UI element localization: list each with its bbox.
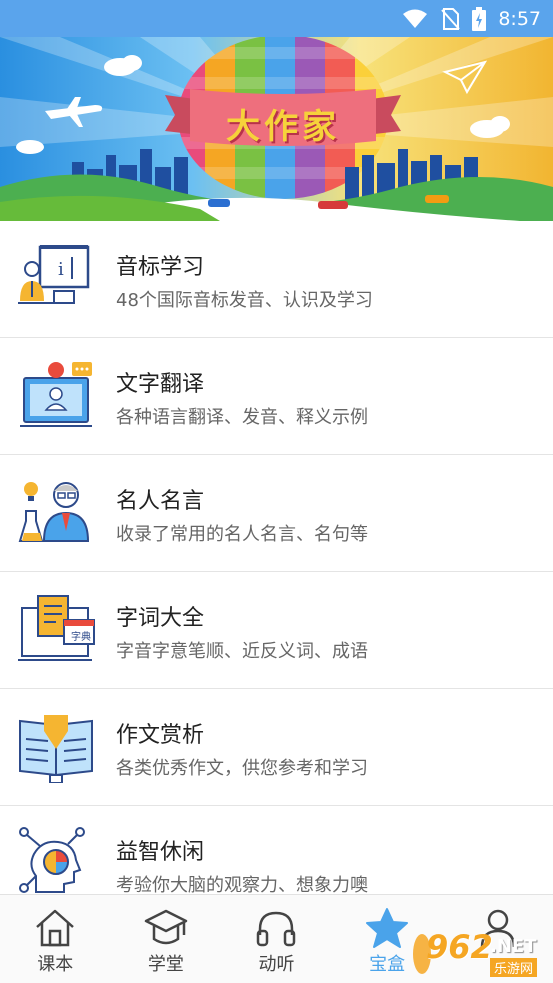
nav-item-school[interactable]: 学堂 [111, 895, 222, 983]
feature-desc: 各种语言翻译、发音、释义示例 [116, 407, 368, 428]
feature-dictionary[interactable]: 字典 字词大全 字音字意笔顺、近反义词、成语 [0, 572, 553, 689]
nav-item-textbook[interactable]: 课本 [0, 895, 111, 983]
feature-title: 文字翻译 [116, 372, 205, 397]
feature-title: 名人名言 [116, 489, 205, 514]
no-sim-icon [441, 7, 461, 30]
battery-charging-icon [472, 6, 487, 31]
phonetics-teacher-icon: i [18, 245, 90, 304]
feature-desc: 考验你大脑的观察力、想象力噢 [116, 875, 368, 894]
feature-desc: 各类优秀作文，供您参考和学习 [116, 758, 368, 779]
wifi-icon [403, 9, 428, 28]
home-icon [36, 909, 75, 947]
feature-desc: 收录了常用的名人名言、名句等 [116, 524, 368, 545]
feature-quotes[interactable]: 名人名言 收录了常用的名人名言、名句等 [0, 455, 553, 572]
svg-text:i: i [58, 259, 64, 280]
watermark: 962 .NET 乐游网 [412, 928, 550, 980]
nav-item-listen[interactable]: 动听 [221, 895, 332, 983]
feature-title: 作文赏析 [116, 723, 205, 748]
feature-phonetics[interactable]: i 音标学习 48个国际音标发音、认识及学习 [0, 221, 553, 338]
status-bar: 8:57 [0, 0, 553, 37]
feature-title: 字词大全 [116, 606, 205, 631]
nav-label: 动听 [258, 954, 295, 975]
watermark-suffix: .NET [490, 936, 537, 957]
nav-label: 课本 [37, 954, 74, 975]
feature-puzzles[interactable]: 益智休闲 考验你大脑的观察力、想象力噢 [0, 806, 553, 894]
banner-title: 大作家 [226, 107, 340, 147]
feature-title: 益智休闲 [116, 840, 205, 865]
feature-translation[interactable]: 文字翻译 各种语言翻译、发音、释义示例 [0, 338, 553, 455]
feature-essays[interactable]: 作文赏析 各类优秀作文，供您参考和学习 [0, 689, 553, 806]
brain-puzzle-icon [19, 827, 85, 893]
feature-desc: 48个国际音标发音、认识及学习 [116, 290, 373, 311]
watermark-number: 962 [426, 928, 493, 966]
status-time: 8:57 [498, 7, 541, 30]
watermark-caption: 乐游网 [490, 958, 538, 977]
open-book-icon [19, 715, 93, 783]
graduation-cap-icon [144, 909, 188, 945]
star-icon [366, 908, 409, 948]
feature-list: i 音标学习 48个国际音标发音、认识及学习 文字翻译 各种语言翻译、发音、释义… [0, 221, 553, 894]
hero-banner[interactable]: 大作家 [0, 37, 553, 221]
headphones-icon [257, 911, 296, 947]
famous-person-icon [18, 482, 90, 542]
nav-label: 学堂 [147, 954, 184, 975]
feature-desc: 字音字意笔顺、近反义词、成语 [116, 641, 368, 662]
translation-monitor-icon [20, 362, 92, 427]
feature-title: 音标学习 [116, 255, 205, 280]
dictionary-icon-label: 字典 [71, 632, 91, 643]
